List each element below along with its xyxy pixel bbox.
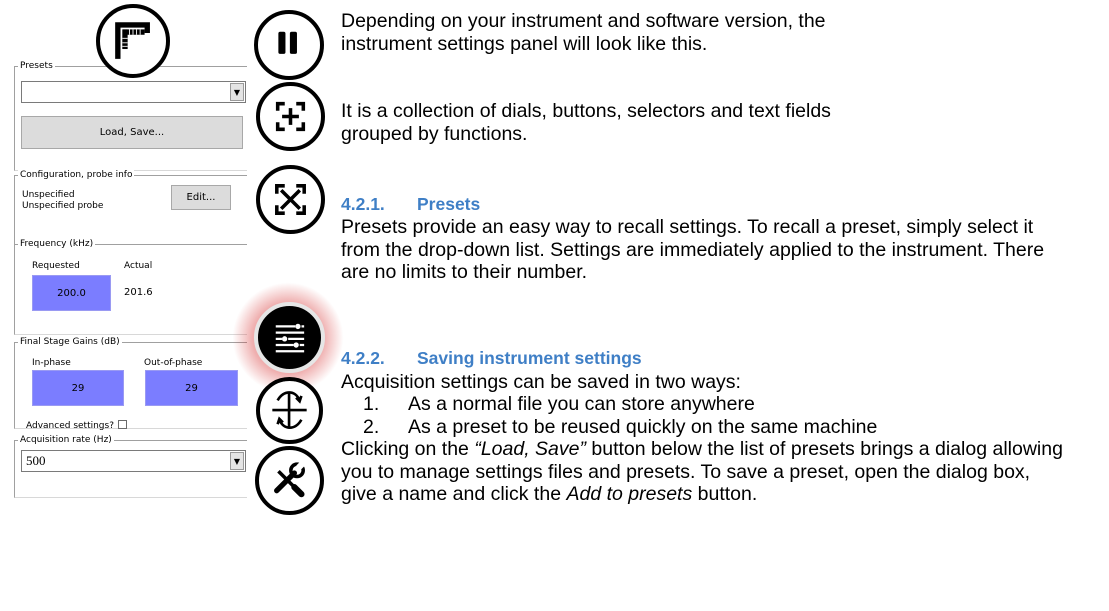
section-heading-presets: 4.2.1. Presets	[341, 193, 480, 216]
configuration-line-1: Unspecified	[22, 190, 75, 200]
section-title: Presets	[417, 194, 481, 214]
saving-ways-list: 1. As a normal file you can store anywher…	[341, 393, 877, 438]
list-item: 2. As a preset to be reused quickly on th…	[363, 415, 878, 438]
settings-sliders-icon[interactable]	[254, 302, 325, 373]
requested-frequency-dial[interactable]: 200.0	[32, 275, 111, 311]
frequency-legend: Frequency (kHz)	[18, 238, 96, 250]
chevron-down-icon[interactable]: ▼	[230, 83, 244, 101]
fullscreen-icon[interactable]	[256, 165, 325, 234]
chevron-down-icon[interactable]: ▼	[230, 452, 244, 470]
presets-legend: Presets	[18, 60, 55, 72]
pause-icon[interactable]	[254, 10, 324, 80]
configuration-group: Configuration, probe info Unspecified Un…	[14, 169, 247, 245]
requested-label: Requested	[32, 261, 80, 271]
presets-dropdown[interactable]: ▼	[21, 81, 246, 103]
in-phase-label: In-phase	[32, 358, 71, 368]
ruler-icon[interactable]	[96, 4, 170, 78]
advanced-settings-label: Advanced settings?	[26, 421, 114, 431]
load-save-paragraph: Clicking on the “Load, Save” button belo…	[341, 438, 1063, 505]
gains-group: Final Stage Gains (dB) In-phase Out-of-p…	[14, 336, 247, 429]
section-number: 4.2.2.	[341, 348, 385, 368]
section-title: Saving instrument settings	[417, 348, 642, 368]
acquisition-legend: Acquisition rate (Hz)	[18, 434, 114, 446]
section-heading-saving: 4.2.2. Saving instrument settings	[341, 347, 642, 370]
acquisition-rate-dropdown[interactable]: 500 ▼	[21, 450, 246, 472]
edit-button[interactable]: Edit...	[171, 185, 231, 210]
presets-paragraph: Presets provide an easy way to recall se…	[341, 216, 1045, 283]
advanced-settings-checkbox[interactable]	[118, 420, 127, 429]
configuration-legend: Configuration, probe info	[18, 169, 135, 181]
acquisition-group: Acquisition rate (Hz) 500 ▼	[14, 434, 247, 498]
flip-signal-icon[interactable]	[256, 377, 323, 444]
saving-paragraph: Acquisition settings can be saved in two…	[341, 371, 741, 393]
configuration-line-2: Unspecified probe	[22, 201, 104, 211]
list-item: 1. As a normal file you can store anywher…	[363, 393, 755, 415]
load-save-button[interactable]: Load, Save...	[21, 116, 243, 149]
actual-label: Actual	[124, 261, 153, 271]
acquisition-rate-value: 500	[26, 453, 46, 468]
tools-icon[interactable]	[255, 446, 324, 515]
intro-paragraph-1: Depending on your instrument and softwar…	[341, 10, 826, 55]
intro-paragraph-2: It is a collection of dials, buttons, se…	[341, 100, 831, 145]
out-of-phase-label: Out-of-phase	[144, 358, 203, 368]
section-number: 4.2.1.	[341, 194, 385, 214]
frequency-group: Frequency (kHz) Requested Actual 200.0 2…	[14, 238, 247, 335]
actual-frequency-value: 201.6	[124, 287, 153, 298]
out-of-phase-gain-dial[interactable]: 29	[145, 370, 238, 406]
in-phase-gain-dial[interactable]: 29	[32, 370, 124, 406]
gains-legend: Final Stage Gains (dB)	[18, 336, 122, 348]
presets-group: Presets ▼ Load, Save...	[14, 60, 247, 171]
instrument-settings-panel: Presets ▼ Load, Save... Configuration, p…	[14, 58, 247, 498]
zoom-fit-icon[interactable]	[256, 82, 325, 151]
